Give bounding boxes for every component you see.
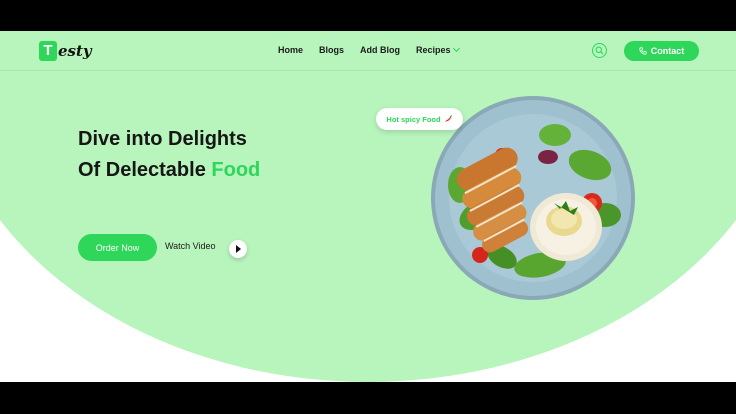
logo-mark: T: [39, 41, 57, 61]
order-now-button[interactable]: Order Now: [78, 234, 157, 261]
contact-button[interactable]: Contact: [624, 41, 699, 61]
chili-icon: [444, 115, 452, 122]
nav-item-recipes-label: Recipes: [416, 45, 451, 55]
headline-accent-word: Food: [211, 159, 261, 181]
play-button[interactable]: [229, 240, 247, 258]
search-icon: [595, 46, 604, 55]
logo[interactable]: T esty: [39, 41, 92, 61]
search-button[interactable]: [592, 43, 607, 58]
hot-spicy-badge: Hot spicy Food: [376, 108, 463, 130]
nav-item-blogs[interactable]: Blogs: [319, 45, 344, 55]
nav-item-add-blog[interactable]: Add Blog: [360, 45, 400, 55]
badge-text: Hot spicy Food: [386, 114, 441, 124]
nav-item-recipes[interactable]: Recipes: [416, 44, 460, 55]
food-plate-image: [431, 96, 635, 300]
letterbox-bottom: [0, 382, 736, 414]
chevron-down-icon: [452, 44, 460, 53]
main-menu: Home Blogs Add Blog Recipes: [278, 44, 460, 55]
navbar: T esty Home Blogs Add Blog Recipes Conta…: [0, 31, 736, 71]
headline-line-1: Dive into Delights: [78, 128, 247, 150]
play-icon: [236, 245, 241, 253]
nav-item-home[interactable]: Home: [278, 45, 303, 55]
letterbox-top: [0, 0, 736, 31]
contact-label: Contact: [650, 46, 685, 56]
headline-line-2-text: Of Delectable: [78, 159, 212, 181]
headline-line-2: Of Delectable Food: [78, 155, 260, 186]
phone-icon: [639, 47, 647, 55]
logo-text: esty: [58, 42, 92, 60]
watch-video-link[interactable]: Watch Video: [165, 241, 216, 251]
hero-headline: Dive into Delights Of Delectable Food: [78, 124, 260, 186]
page: T esty Home Blogs Add Blog Recipes Conta…: [0, 31, 736, 382]
